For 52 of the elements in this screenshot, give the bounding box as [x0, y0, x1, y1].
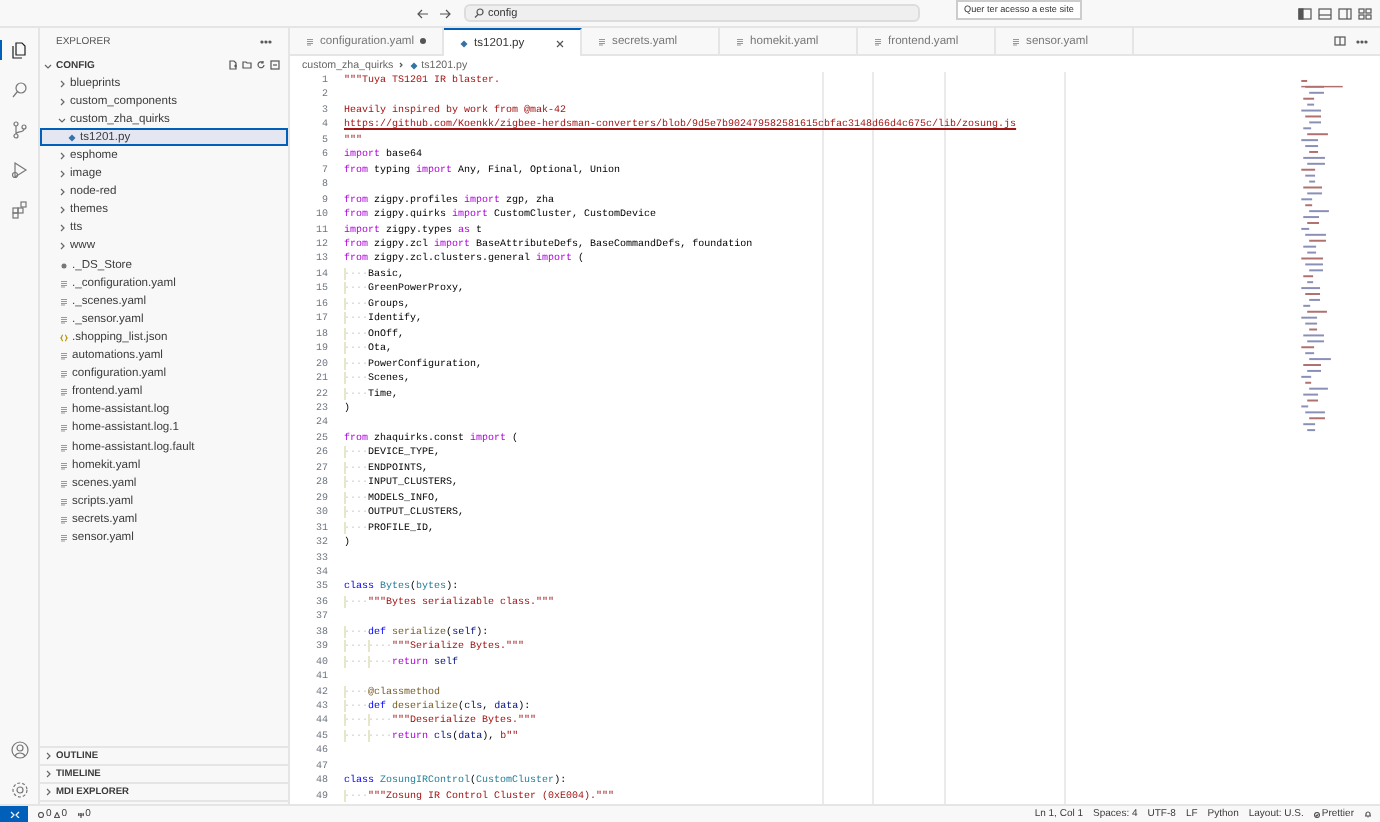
- file-icon: [60, 315, 68, 324]
- python-file-icon: [409, 61, 418, 69]
- file-icon: [598, 37, 607, 45]
- search-icon: [474, 8, 484, 18]
- new-file-icon[interactable]: [228, 60, 238, 71]
- play-bug-icon[interactable]: [10, 160, 30, 180]
- file-icon: [60, 352, 68, 361]
- new-folder-icon[interactable]: [242, 60, 252, 71]
- remote-icon: [9, 810, 19, 818]
- gear-icon[interactable]: [10, 780, 30, 800]
- grid-layout-icon[interactable]: [1358, 7, 1372, 19]
- file-icon: [60, 443, 68, 452]
- file-icon: [306, 37, 314, 45]
- file-icon: [736, 37, 745, 45]
- bell-icon[interactable]: [1364, 810, 1372, 818]
- python-file-icon: [68, 133, 76, 142]
- file-icon: [1012, 37, 1021, 45]
- file-icon: [60, 497, 68, 506]
- file-icon: [60, 279, 68, 288]
- file-icon: [60, 388, 68, 397]
- panel-layout-icon[interactable]: [1318, 7, 1332, 19]
- search-icon[interactable]: [10, 80, 30, 100]
- antenna-icon: [77, 811, 84, 817]
- extensions-icon[interactable]: [10, 200, 30, 220]
- close-icon[interactable]: [556, 39, 565, 47]
- file-icon: [60, 461, 68, 470]
- braces-icon: [60, 333, 68, 342]
- file-icon: [60, 515, 68, 524]
- warning-icon: [53, 811, 60, 817]
- settings-file-icon: [60, 261, 68, 270]
- file-icon: [60, 479, 68, 488]
- file-icon: [874, 37, 883, 45]
- account-icon[interactable]: [10, 740, 30, 760]
- chevron-right-icon: [397, 62, 404, 68]
- file-icon: [60, 297, 68, 306]
- collapse-icon[interactable]: [270, 60, 280, 71]
- remote-button[interactable]: [0, 806, 28, 822]
- file-icon: [60, 406, 68, 415]
- branch-icon[interactable]: [10, 120, 30, 140]
- file-icon: [60, 370, 68, 379]
- file-icon: [60, 424, 68, 433]
- split-layout-icon[interactable]: [1338, 7, 1352, 19]
- back-arrow-icon[interactable]: [416, 7, 430, 19]
- refresh-icon[interactable]: [256, 60, 266, 71]
- error-icon: [38, 811, 44, 817]
- file-icon: [60, 533, 68, 542]
- check-icon: [1313, 811, 1320, 817]
- python-file-icon: [460, 39, 469, 47]
- forward-arrow-icon[interactable]: [438, 7, 452, 19]
- files-icon[interactable]: [10, 40, 30, 60]
- sidebar-layout-icon[interactable]: [1298, 7, 1312, 19]
- split-editor-icon[interactable]: [1334, 36, 1346, 46]
